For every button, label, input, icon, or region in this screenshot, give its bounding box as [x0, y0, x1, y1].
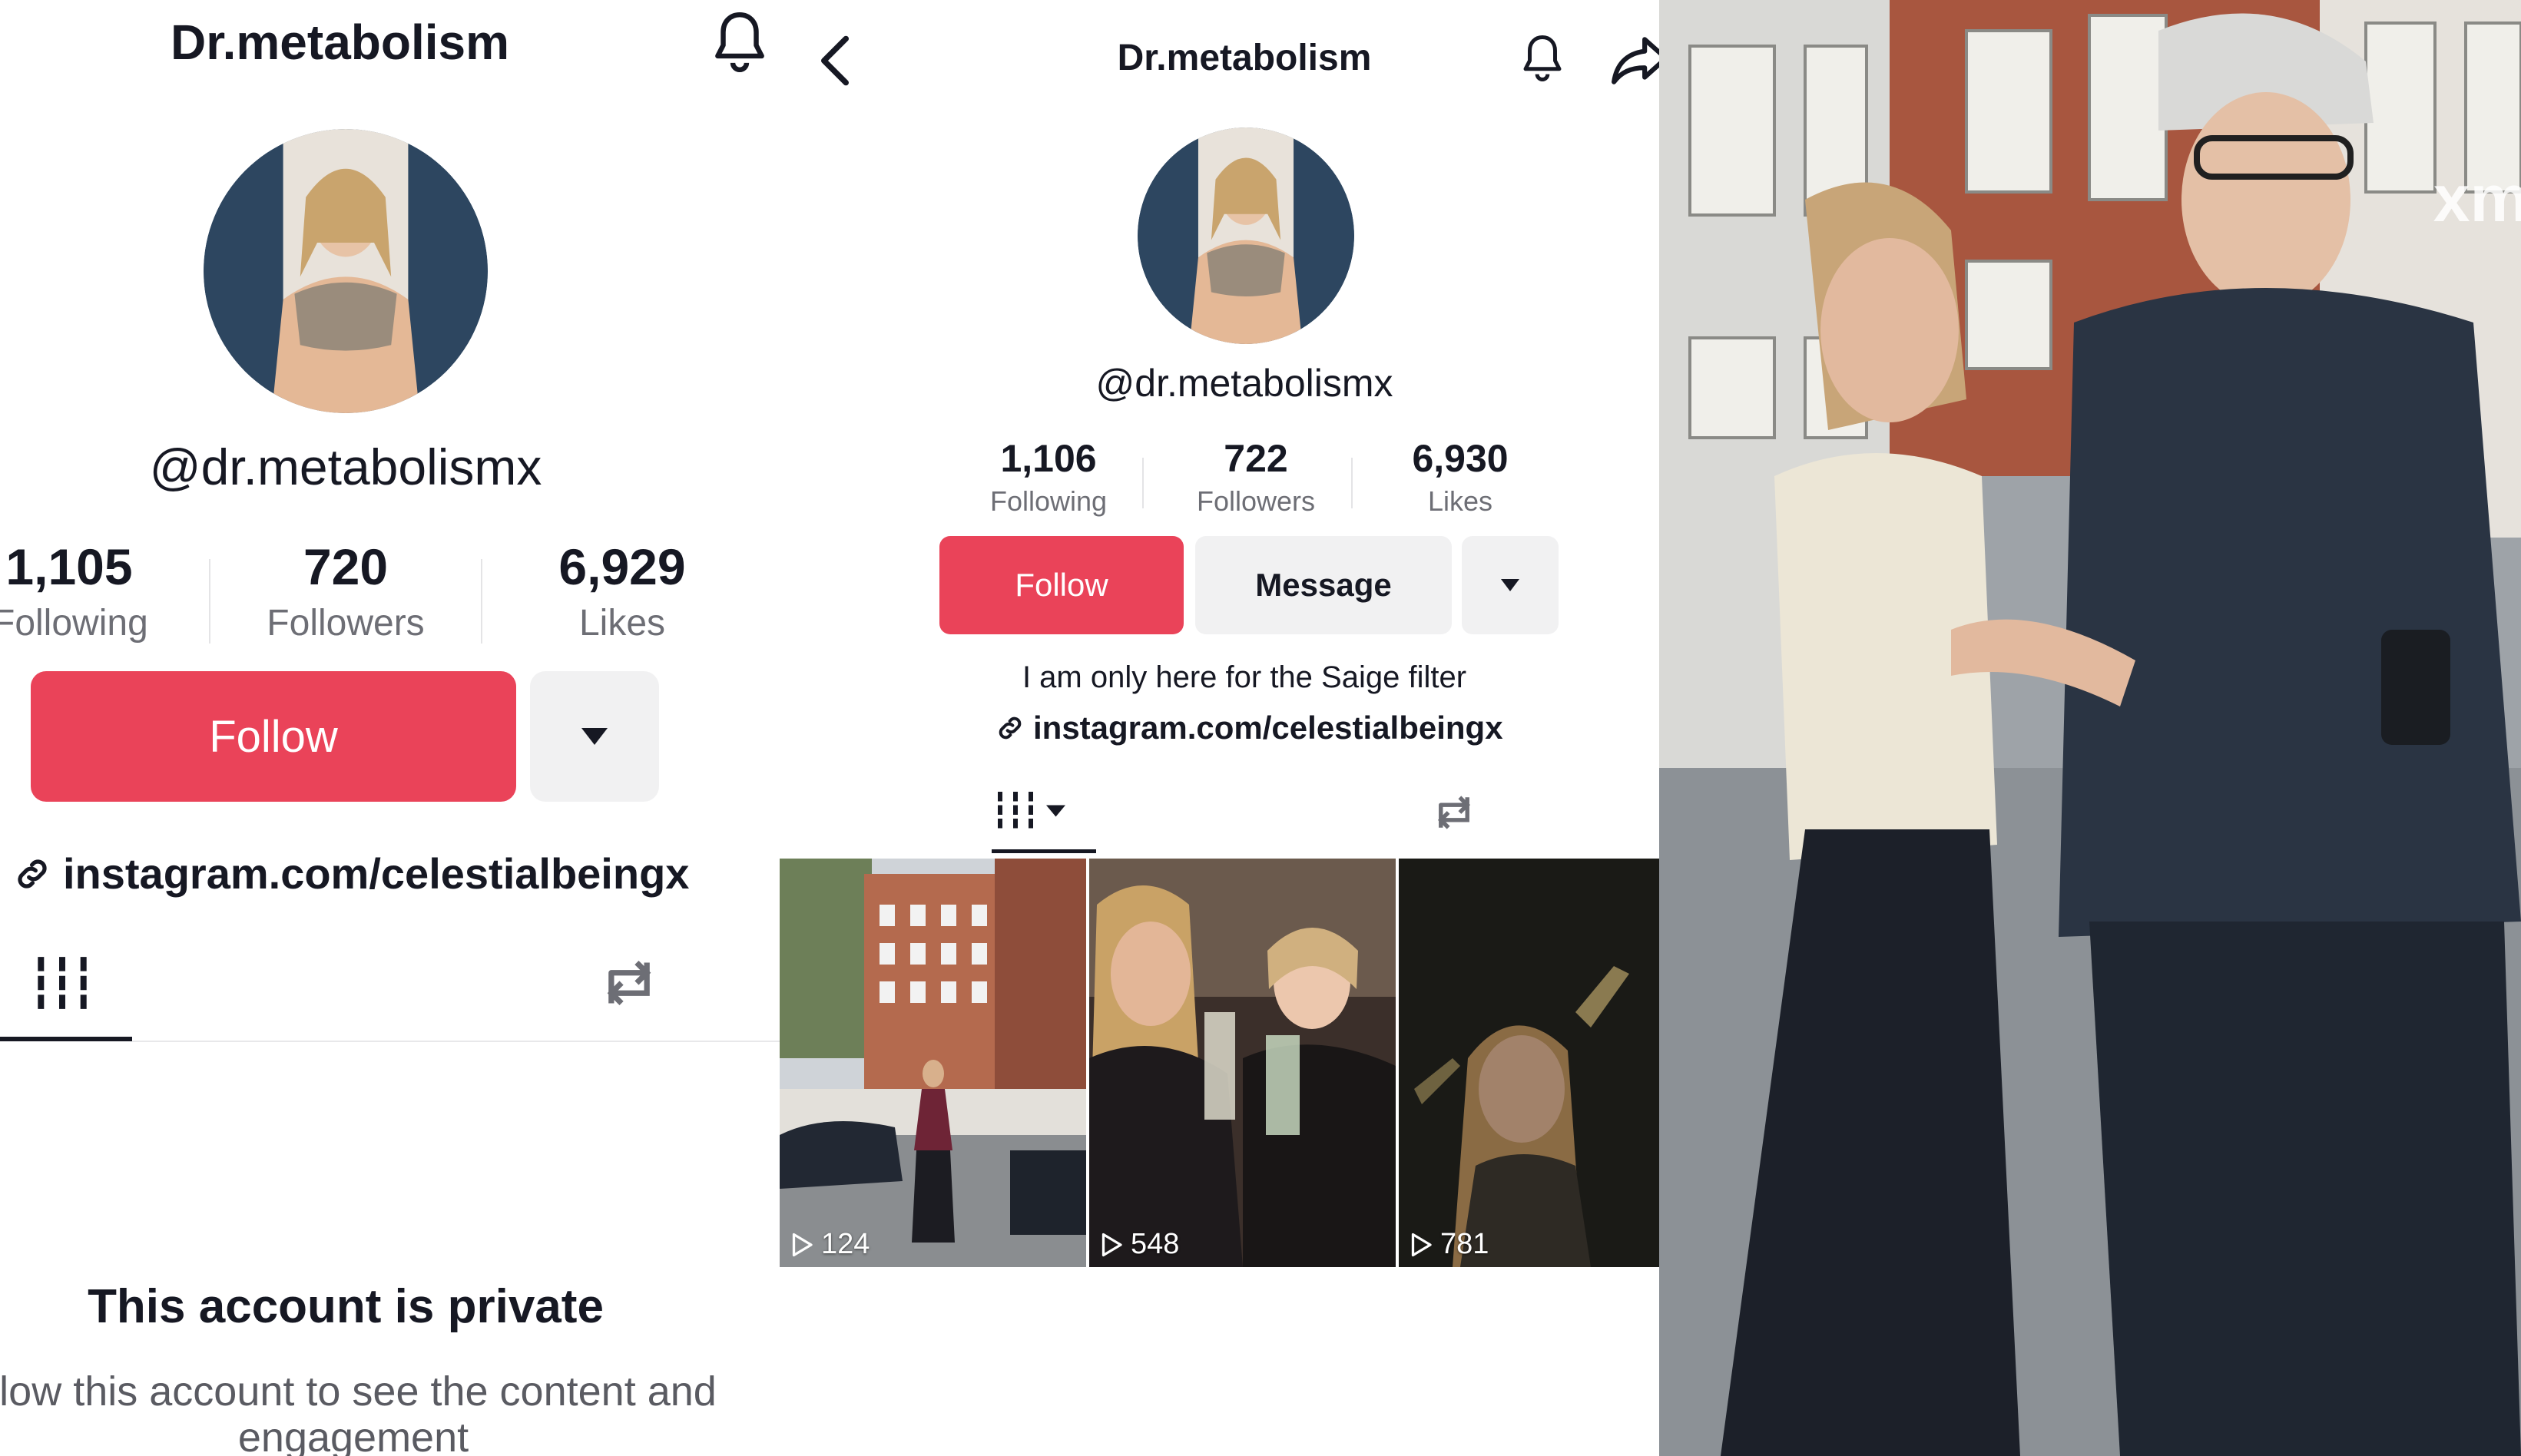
caret-down-icon	[1501, 579, 1519, 591]
followers-stat[interactable]: 720 Followers	[253, 538, 438, 644]
tab-divider	[132, 1041, 780, 1042]
followers-label: Followers	[267, 603, 425, 644]
stat-divider	[1142, 458, 1144, 508]
likes-label: Likes	[1427, 485, 1493, 517]
view-count: 124	[790, 1228, 870, 1261]
more-options-button[interactable]	[1462, 536, 1559, 634]
video-thumbnail-image	[780, 859, 1086, 1267]
bio-link[interactable]: instagram.com/celestialbeingx	[12, 849, 689, 898]
follow-button[interactable]: Follow	[31, 671, 516, 802]
stat-divider	[481, 559, 482, 644]
bio-link-text: instagram.com/celestialbeingx	[63, 849, 690, 898]
view-count-value: 781	[1440, 1228, 1489, 1260]
following-count: 1,105	[5, 538, 133, 595]
avatar[interactable]	[204, 129, 488, 413]
likes-count: 6,930	[1412, 437, 1509, 480]
follow-button[interactable]: Follow	[939, 536, 1184, 634]
followers-stat[interactable]: 722 Followers	[1171, 436, 1340, 518]
play-icon	[1101, 1233, 1122, 1256]
followers-count: 722	[1224, 437, 1288, 480]
following-label: Following	[0, 603, 148, 644]
active-tab-indicator	[0, 1037, 132, 1041]
repost-icon[interactable]	[1429, 789, 1479, 836]
username-handle: @dr.metabolismx	[1095, 362, 1393, 405]
video-thumbnail[interactable]: 124	[780, 859, 1086, 1267]
private-profile-screen: Dr.metabolism @dr.metabolismx 1,105 Foll…	[0, 0, 780, 1456]
likes-stat[interactable]: 6,930 Likes	[1376, 436, 1545, 518]
profile-title: Dr.metabolism	[171, 15, 510, 70]
street-photo: xm	[1659, 0, 2521, 1456]
bell-icon[interactable]	[707, 6, 773, 78]
bio-link-text: instagram.com/celestialbeingx	[1033, 710, 1503, 746]
repost-icon[interactable]	[596, 952, 662, 1014]
bio-link[interactable]: instagram.com/celestialbeingx	[995, 710, 1503, 746]
play-icon	[1411, 1233, 1432, 1256]
likes-label: Likes	[578, 603, 666, 644]
video-thumbnail-image	[1399, 859, 1678, 1267]
link-icon	[999, 716, 1022, 740]
followers-label: Followers	[1196, 485, 1316, 517]
username-handle: @dr.metabolismx	[149, 438, 542, 495]
link-icon	[18, 859, 47, 888]
grid-icon[interactable]	[34, 952, 91, 1014]
photo-image	[1659, 0, 2521, 1456]
following-count: 1,106	[1000, 437, 1097, 480]
private-account-title: This account is private	[88, 1280, 604, 1333]
following-stat[interactable]: 1,106 Following	[964, 436, 1133, 518]
play-icon	[792, 1233, 813, 1256]
video-thumbnail[interactable]: 781	[1399, 859, 1678, 1267]
followers-count: 720	[303, 538, 389, 595]
video-thumbnail[interactable]: 548	[1089, 859, 1396, 1267]
stat-divider	[1351, 458, 1353, 508]
caret-down-icon	[581, 728, 608, 745]
view-count-value: 548	[1131, 1228, 1180, 1260]
view-count-value: 124	[821, 1228, 870, 1260]
private-account-subtitle: llow this account to see the content and…	[0, 1368, 717, 1456]
video-thumbnail-image	[1089, 859, 1396, 1267]
following-label: Following	[989, 485, 1108, 517]
active-tab-indicator	[992, 849, 1096, 853]
more-options-button[interactable]	[530, 671, 659, 802]
stat-divider	[209, 559, 210, 644]
caret-down-icon	[1046, 805, 1065, 817]
watermark-text: xm	[2433, 162, 2521, 236]
bell-icon[interactable]	[1517, 28, 1568, 89]
grid-icon[interactable]	[996, 788, 1073, 834]
view-count: 548	[1100, 1228, 1179, 1261]
likes-count: 6,929	[558, 538, 686, 595]
avatar[interactable]	[1138, 127, 1354, 344]
likes-stat[interactable]: 6,929 Likes	[530, 538, 714, 644]
message-button[interactable]: Message	[1195, 536, 1452, 634]
following-stat[interactable]: 1,105 Following	[0, 538, 148, 644]
public-profile-screen: Dr.metabolism @dr.metabolismx 1,106 Foll…	[780, 0, 1678, 1456]
bio-text: I am only here for the Saige filter	[1022, 660, 1467, 694]
view-count: 781	[1410, 1228, 1489, 1261]
